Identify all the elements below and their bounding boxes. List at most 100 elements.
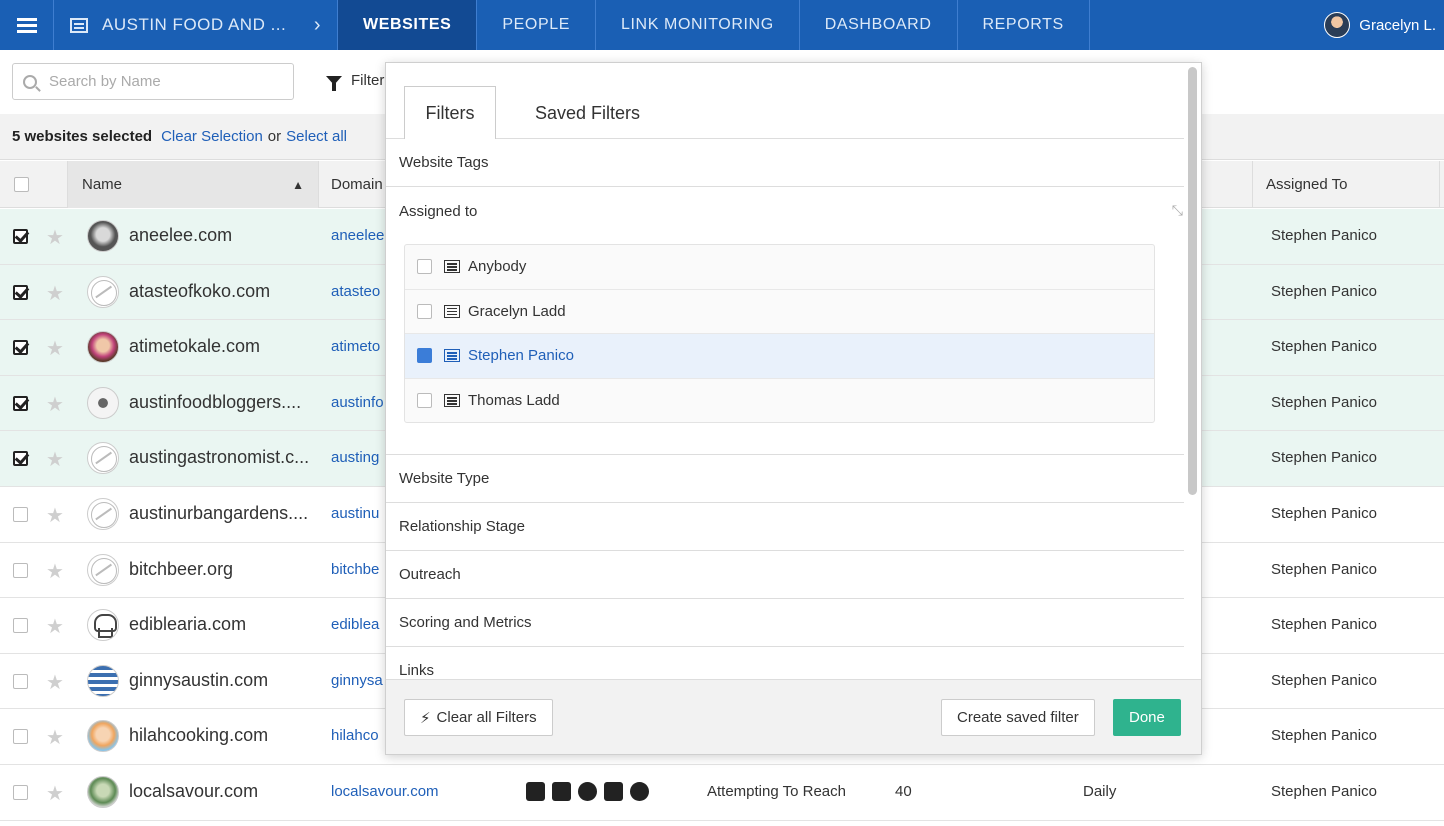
section-outreach[interactable]: Outreach xyxy=(386,551,1184,599)
star-icon[interactable]: ★ xyxy=(46,781,64,806)
row-checkbox[interactable] xyxy=(13,395,28,411)
search-input[interactable]: Search by Name xyxy=(12,63,294,100)
tab-people[interactable]: PEOPLE xyxy=(477,0,597,50)
assignee-option[interactable]: Gracelyn Ladd xyxy=(405,290,1154,334)
site-name[interactable]: austingastronomist.c... xyxy=(129,447,309,468)
site-domain[interactable]: bitchbe xyxy=(331,561,379,578)
table-row[interactable]: ★ localsavour.com localsavour.com Attemp… xyxy=(0,765,1444,821)
or-text: or xyxy=(267,128,282,145)
header-domain[interactable]: Domain xyxy=(320,161,383,208)
assignee-checkbox[interactable] xyxy=(417,393,432,409)
site-name[interactable]: ediblearia.com xyxy=(129,614,246,635)
row-checkbox[interactable] xyxy=(13,618,28,634)
star-icon[interactable]: ★ xyxy=(46,559,64,584)
site-avatar xyxy=(87,775,119,808)
site-domain[interactable]: localsavour.com xyxy=(331,783,439,800)
list-icon xyxy=(444,349,460,363)
site-domain[interactable]: austinfo xyxy=(331,394,384,411)
user-menu[interactable]: Gracelyn L. xyxy=(1324,0,1444,50)
header-checkbox-cell xyxy=(0,161,68,208)
site-name[interactable]: aneelee.com xyxy=(129,225,232,246)
select-all-checkbox[interactable] xyxy=(14,177,29,192)
star-icon[interactable]: ★ xyxy=(46,281,64,306)
site-name[interactable]: atasteofkoko.com xyxy=(129,281,270,302)
site-domain[interactable]: aneelee xyxy=(331,227,384,244)
tab-saved-filters[interactable]: Saved Filters xyxy=(535,86,640,140)
assignee-option[interactable]: Thomas Ladd xyxy=(405,379,1154,424)
row-checkbox[interactable] xyxy=(13,340,28,356)
site-name[interactable]: austinurbangardens.... xyxy=(129,503,308,524)
site-domain[interactable]: ediblea xyxy=(331,616,379,633)
done-button[interactable]: Done xyxy=(1113,699,1181,736)
row-checkbox[interactable] xyxy=(13,673,28,689)
row-checkbox[interactable] xyxy=(13,729,28,745)
tab-filters[interactable]: Filters xyxy=(404,86,496,140)
web-icon[interactable] xyxy=(630,781,649,801)
row-checkbox[interactable] xyxy=(13,451,28,467)
section-website-tags[interactable]: Website Tags xyxy=(386,139,1184,187)
site-domain[interactable]: austinu xyxy=(331,505,379,522)
tab-dashboard[interactable]: DASHBOARD xyxy=(800,0,958,50)
filter-button[interactable]: Filter xyxy=(326,72,385,91)
row-checkbox[interactable] xyxy=(13,562,28,578)
tab-websites[interactable]: WEBSITES xyxy=(338,0,478,50)
assignee-option[interactable]: Anybody xyxy=(405,245,1154,290)
row-checkbox[interactable] xyxy=(13,784,28,800)
star-icon[interactable]: ★ xyxy=(46,670,64,695)
star-icon[interactable]: ★ xyxy=(46,392,64,417)
star-icon[interactable]: ★ xyxy=(46,447,64,472)
site-name[interactable]: austinfoodbloggers.... xyxy=(129,392,301,413)
site-avatar xyxy=(87,331,119,364)
instagram-icon[interactable] xyxy=(552,781,571,801)
tab-link-monitoring[interactable]: LINK MONITORING xyxy=(596,0,800,50)
row-checkbox[interactable] xyxy=(13,229,28,244)
clear-selection-link[interactable]: Clear Selection xyxy=(161,128,263,145)
row-checkbox[interactable] xyxy=(13,284,28,300)
collapse-icon[interactable]: ⤡ xyxy=(1172,202,1183,219)
email-icon[interactable] xyxy=(526,781,545,801)
filter-panel: Filters Saved Filters Website Tags Assig… xyxy=(385,62,1202,755)
site-domain[interactable]: atimeto xyxy=(331,338,380,355)
project-selector[interactable]: AUSTIN FOOD AND ... › xyxy=(54,0,338,50)
select-all-link[interactable]: Select all xyxy=(286,128,347,145)
create-saved-filter-button[interactable]: Create saved filter xyxy=(941,699,1095,736)
filter-label: Filter xyxy=(351,72,385,89)
star-icon[interactable]: ★ xyxy=(46,503,64,528)
row-checkbox[interactable] xyxy=(13,506,28,522)
menu-icon[interactable] xyxy=(0,0,54,50)
section-website-type[interactable]: Website Type xyxy=(386,455,1184,503)
site-name[interactable]: atimetokale.com xyxy=(129,336,260,357)
top-nav: AUSTIN FOOD AND ... › WEBSITES PEOPLE LI… xyxy=(0,0,1444,50)
pinterest-icon[interactable] xyxy=(578,781,597,801)
tab-reports[interactable]: REPORTS xyxy=(958,0,1090,50)
site-name[interactable]: ginnysaustin.com xyxy=(129,670,268,691)
star-icon[interactable]: ★ xyxy=(46,225,64,250)
list-icon xyxy=(444,394,460,408)
star-icon[interactable]: ★ xyxy=(46,614,64,639)
clear-all-filters-button[interactable]: ⚡ Clear all Filters xyxy=(404,699,553,736)
assignee-checkbox[interactable] xyxy=(417,348,432,364)
google-plus-icon[interactable] xyxy=(604,781,623,801)
star-icon[interactable]: ★ xyxy=(46,725,64,750)
site-name[interactable]: bitchbeer.org xyxy=(129,559,233,580)
section-scoring-metrics[interactable]: Scoring and Metrics xyxy=(386,599,1184,647)
section-relationship-stage[interactable]: Relationship Stage xyxy=(386,503,1184,551)
site-assigned: Stephen Panico xyxy=(1271,282,1377,300)
site-name[interactable]: localsavour.com xyxy=(129,781,258,802)
section-assigned-to-header[interactable]: Assigned to xyxy=(386,187,1184,235)
site-name[interactable]: hilahcooking.com xyxy=(129,725,268,746)
site-domain[interactable]: hilahco xyxy=(331,727,379,744)
site-assigned: Stephen Panico xyxy=(1271,227,1377,244)
header-name[interactable]: Name ▲ xyxy=(68,161,319,208)
bolt-icon: ⚡ xyxy=(420,709,431,727)
site-domain[interactable]: atasteo xyxy=(331,283,380,300)
header-assigned-to[interactable]: Assigned To xyxy=(1252,161,1440,208)
assignee-checkbox[interactable] xyxy=(417,303,432,319)
star-icon[interactable]: ★ xyxy=(46,336,64,361)
site-domain[interactable]: ginnysa xyxy=(331,672,383,689)
assignee-option[interactable]: Stephen Panico xyxy=(405,334,1154,379)
site-domain[interactable]: austing xyxy=(331,449,379,466)
assignee-checkbox[interactable] xyxy=(417,259,432,275)
panel-scrollbar[interactable] xyxy=(1188,67,1197,495)
site-assigned: Stephen Panico xyxy=(1271,782,1377,800)
